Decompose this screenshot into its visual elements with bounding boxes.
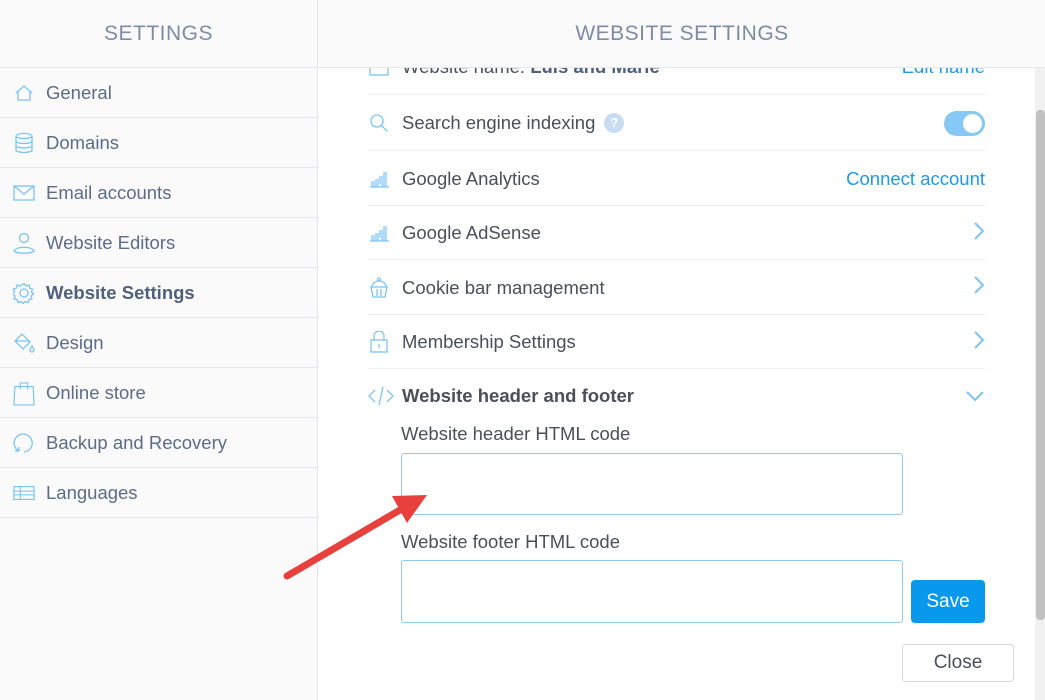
sidebar-item-general[interactable]: General <box>0 68 317 118</box>
chevron-down-icon <box>965 385 985 407</box>
search-engine-indexing-toggle[interactable] <box>944 110 985 136</box>
search-engine-indexing-label: Search engine indexing <box>402 112 596 133</box>
sidebar-item-label: Email accounts <box>46 181 172 203</box>
header-code-input[interactable] <box>401 453 903 515</box>
membership-settings-label: Membership Settings <box>402 331 576 352</box>
google-adsense-row[interactable]: Google AdSense <box>368 207 985 260</box>
refresh-icon <box>13 432 35 454</box>
paint-bucket-icon <box>13 332 35 354</box>
scrollbar[interactable] <box>1035 68 1045 700</box>
cupcake-icon <box>368 276 390 299</box>
home-icon <box>13 82 35 104</box>
header-code-label: Website header HTML code <box>401 423 631 444</box>
header-footer-label: Website header and footer <box>402 385 634 406</box>
header-footer-row[interactable]: Website header and footer <box>368 370 985 422</box>
website-settings-panel: WEBSITE SETTINGS Website name: Luis and … <box>319 0 1045 700</box>
google-analytics-row: Google Analytics Connect account <box>368 152 985 206</box>
chevron-right-icon <box>973 330 985 355</box>
sidebar-item-label: Design <box>46 331 104 353</box>
sidebar-item-label: Online store <box>46 381 146 403</box>
sidebar-item-label: Languages <box>46 481 138 503</box>
sidebar-item-website-editors[interactable]: Website Editors <box>0 218 317 268</box>
close-button[interactable]: Close <box>902 644 1014 682</box>
user-icon <box>13 232 35 254</box>
footer-code-input[interactable] <box>401 560 903 623</box>
google-analytics-label: Google Analytics <box>402 167 540 189</box>
sidebar-item-email-accounts[interactable]: Email accounts <box>0 168 317 218</box>
sidebar-item-label: Website Editors <box>46 231 176 253</box>
sidebar-item-label: General <box>46 81 112 103</box>
sidebar-item-website-settings[interactable]: Website Settings <box>0 268 317 318</box>
settings-sidebar: SETTINGS General Domains Email accounts … <box>0 0 318 700</box>
chevron-right-icon <box>973 275 985 300</box>
cookie-bar-label: Cookie bar management <box>402 276 605 298</box>
google-adsense-label: Google AdSense <box>402 222 541 243</box>
gear-icon <box>13 282 35 304</box>
bar-chart-icon <box>368 222 390 244</box>
sidebar-title: SETTINGS <box>0 0 317 68</box>
search-icon <box>368 112 390 134</box>
connect-account-link[interactable]: Connect account <box>846 168 985 190</box>
code-icon <box>368 385 394 407</box>
lock-icon <box>368 331 390 353</box>
bar-chart-icon <box>368 168 390 190</box>
sidebar-item-online-store[interactable]: Online store <box>0 368 317 418</box>
languages-grid-icon <box>13 482 35 504</box>
sidebar-item-backup-and-recovery[interactable]: Backup and Recovery <box>0 418 317 468</box>
sidebar-item-domains[interactable]: Domains <box>0 118 317 168</box>
footer-code-label: Website footer HTML code <box>401 531 621 552</box>
database-icon <box>13 132 35 154</box>
help-icon[interactable]: ? <box>604 113 625 133</box>
save-button[interactable]: Save <box>911 580 985 623</box>
sidebar-item-label: Domains <box>46 131 119 153</box>
chevron-right-icon <box>973 221 985 246</box>
scrollbar-thumb[interactable] <box>1036 110 1045 620</box>
page-title: WEBSITE SETTINGS <box>319 0 1045 68</box>
shopping-bag-icon <box>13 381 35 406</box>
sidebar-item-label: Website Settings <box>46 281 195 303</box>
search-engine-indexing-row: Search engine indexing ? <box>368 96 985 151</box>
membership-settings-row[interactable]: Membership Settings <box>368 316 985 369</box>
envelope-icon <box>13 182 35 204</box>
sidebar-item-design[interactable]: Design <box>0 318 317 368</box>
cookie-bar-row[interactable]: Cookie bar management <box>368 261 985 315</box>
sidebar-item-label: Backup and Recovery <box>46 431 227 453</box>
sidebar-item-languages[interactable]: Languages <box>0 468 317 518</box>
